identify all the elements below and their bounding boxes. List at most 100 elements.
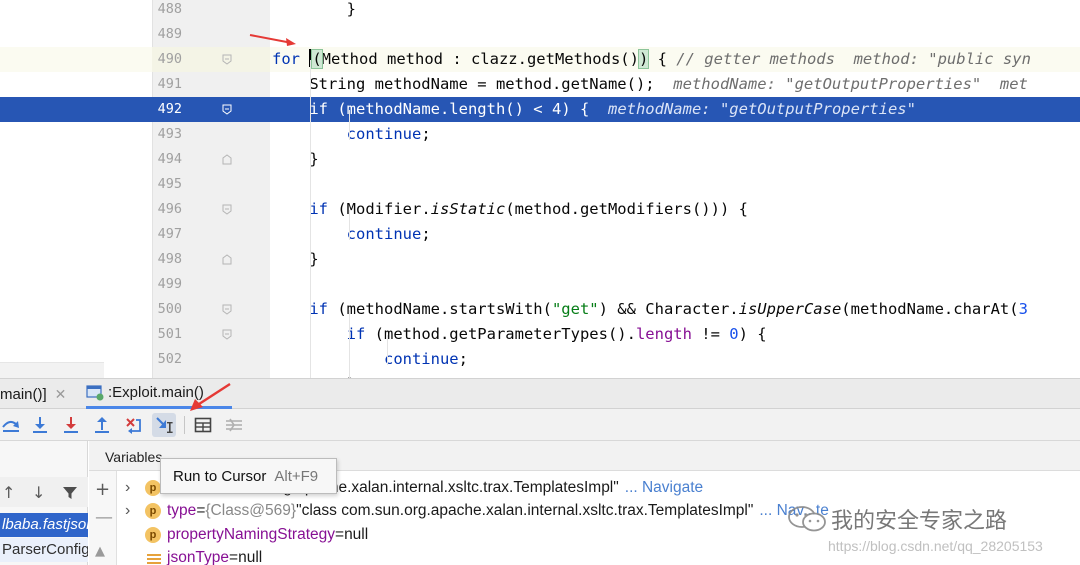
move-up-icon[interactable]: ▲ — [95, 543, 105, 561]
tab-label: main()] — [0, 385, 47, 403]
code-token: continue — [272, 350, 459, 368]
code-text: if (method.getParameterTypes().length !=… — [272, 322, 767, 347]
line-number[interactable]: 498 — [152, 247, 182, 272]
wechat-logo-icon — [788, 506, 826, 532]
fold-marker-icon[interactable] — [222, 154, 232, 165]
variable-row[interactable]: jsonType = null — [125, 547, 262, 565]
arrow-down-icon[interactable]: ↓ — [32, 483, 45, 502]
code-token: (methodName.length() < — [337, 100, 552, 118]
line-number[interactable]: 501 — [152, 322, 182, 347]
indent-guide — [349, 310, 350, 378]
variable-row[interactable]: p propertyNamingStrategy = null — [125, 523, 368, 546]
line-number[interactable]: 494 — [152, 147, 182, 172]
code-token: { — [648, 50, 677, 68]
variable-equals: = — [196, 502, 206, 519]
wechat-watermark: 我的安全专家之路 — [785, 503, 1007, 535]
code-line[interactable]: 493 continue; — [0, 122, 1080, 147]
code-line[interactable]: 501 if (method.getParameterTypes().lengt… — [0, 322, 1080, 347]
fold-marker-icon[interactable] — [222, 104, 232, 115]
code-line[interactable]: 497 continue; — [0, 222, 1080, 247]
line-number[interactable]: 488 — [152, 0, 182, 22]
indent-guide — [387, 335, 388, 365]
tab-main-session[interactable]: main()] ✕ — [0, 379, 66, 409]
code-token: (methodName.charAt( — [841, 300, 1019, 318]
filter-icon[interactable] — [62, 485, 78, 501]
variable-value: null — [344, 525, 369, 543]
close-icon[interactable]: ✕ — [55, 386, 67, 403]
code-token: != — [691, 325, 730, 343]
code-token: if — [272, 100, 338, 118]
line-number[interactable]: 489 — [152, 22, 182, 47]
step-out-button[interactable] — [90, 413, 114, 437]
code-line[interactable]: 500 if (methodName.startsWith("get") && … — [0, 297, 1080, 322]
line-number[interactable]: 492 — [152, 97, 182, 122]
variable-type: {Class@569} — [205, 502, 297, 519]
evaluate-expression-button[interactable] — [191, 413, 215, 437]
code-line[interactable]: 489 — [0, 22, 1080, 47]
trace-stream-button[interactable] — [222, 413, 246, 437]
code-line[interactable]: 494 } — [0, 147, 1080, 172]
plus-icon[interactable]: + — [95, 481, 110, 499]
line-number[interactable]: 490 — [152, 47, 182, 72]
indent-guide — [349, 210, 350, 240]
code-line[interactable]: 498 } — [0, 247, 1080, 272]
frame-item-fastjson[interactable]: lbaba.fastjson — [0, 513, 88, 537]
code-line[interactable]: 491 String methodName = method.getName()… — [0, 72, 1080, 97]
line-number[interactable]: 495 — [152, 172, 182, 197]
fold-marker-icon[interactable] — [222, 54, 232, 65]
navigate-link[interactable]: ... Navigate — [625, 479, 703, 497]
code-token: (Modifier. — [337, 200, 431, 218]
chevron-right-icon[interactable]: › — [125, 502, 137, 520]
code-line[interactable]: 488 } — [0, 0, 1080, 22]
fold-marker-icon[interactable] — [222, 254, 232, 265]
line-number[interactable]: 497 — [152, 222, 182, 247]
stream-icon — [226, 418, 242, 432]
step-out-icon — [95, 417, 109, 433]
line-number[interactable]: 499 — [152, 272, 182, 297]
line-number[interactable]: 502 — [152, 347, 182, 372]
watermark-text: 我的安全专家之路 — [831, 509, 1008, 534]
code-token: ) — [637, 49, 650, 69]
code-line[interactable]: 492 if (methodName.length() < 4) { metho… — [0, 97, 1080, 122]
code-line[interactable]: 496 if (Modifier.isStatic(method.getModi… — [0, 197, 1080, 222]
force-step-into-icon — [64, 417, 78, 433]
frame-item-parserconfig[interactable]: ParserConfig — [0, 538, 88, 562]
line-number[interactable]: 500 — [152, 297, 182, 322]
code-token: for — [272, 50, 310, 68]
watermark-url: https://blog.csdn.net/qq_28205153 — [828, 538, 1043, 554]
code-line[interactable]: 495 — [0, 172, 1080, 197]
parameter-badge-icon: p — [145, 479, 161, 496]
step-into-button[interactable] — [28, 413, 52, 437]
code-token: isStatic — [430, 200, 506, 218]
fold-marker-icon[interactable] — [222, 329, 232, 340]
code-token: "get" — [551, 300, 599, 318]
code-token: Method method : clazz.getMethods() — [321, 50, 639, 68]
variable-equals: = — [229, 549, 239, 565]
variable-row[interactable]: › p type = {Class@569} "class com.sun.org.… — [125, 500, 829, 523]
parameter-badge-icon: p — [145, 526, 161, 543]
drop-frame-button[interactable] — [121, 413, 145, 437]
line-number[interactable]: 496 — [152, 197, 182, 222]
code-editor[interactable]: 488 } 489 490 for (Method method : clazz.ge… — [0, 0, 1080, 378]
debug-session-tabs: main()] ✕ :Exploit.main() — [0, 378, 1080, 409]
chevron-right-icon[interactable]: › — [125, 479, 137, 497]
line-number[interactable]: 493 — [152, 122, 182, 147]
arrow-up-icon[interactable]: ↑ — [2, 483, 15, 502]
code-text: continue; — [272, 222, 431, 247]
code-line[interactable]: 502 continue; — [0, 347, 1080, 372]
fold-marker-icon[interactable] — [222, 204, 232, 215]
code-token: 4 — [551, 100, 562, 118]
code-token: continue — [272, 125, 422, 143]
code-token: isUpperCase — [738, 300, 842, 318]
code-line[interactable]: 499 — [0, 272, 1080, 297]
fold-marker-icon[interactable] — [222, 304, 232, 315]
code-line[interactable]: 490 for (Method method : clazz.getMethods… — [0, 47, 1080, 72]
run-to-cursor-tooltip: Run to Cursor Alt+F9 — [160, 458, 337, 494]
line-number[interactable]: 491 — [152, 72, 182, 97]
force-step-into-button[interactable] — [59, 413, 83, 437]
step-over-button[interactable] — [0, 413, 24, 437]
run-to-cursor-button[interactable] — [152, 413, 176, 437]
minus-icon[interactable]: — — [95, 509, 113, 527]
code-token: ) { — [738, 325, 767, 343]
code-token: String methodName = method.getName(); — [272, 75, 674, 93]
